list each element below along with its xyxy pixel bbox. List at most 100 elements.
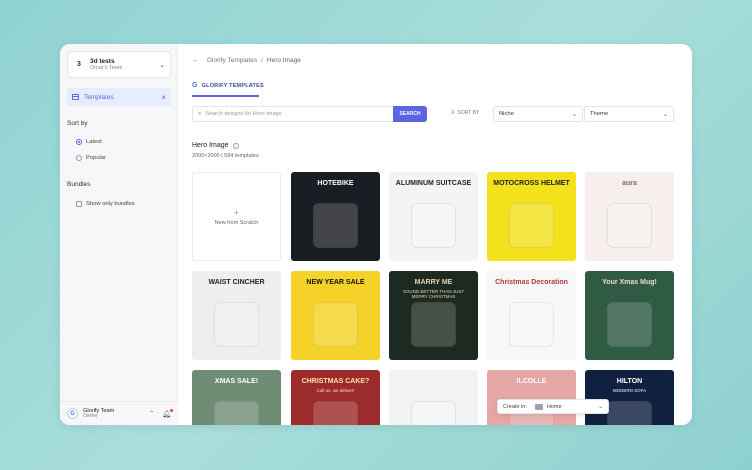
folder-icon (534, 403, 543, 410)
template-title: aura (622, 180, 637, 187)
team-switcher[interactable]: G Glorify Team Owner ⌃ 🔔︎ (60, 401, 178, 425)
templates-icon (72, 94, 79, 100)
glorify-logo-icon: G (192, 82, 198, 89)
template-grid: + New from Scratch HOTEBIKE ALUMINUM SUIT… (192, 172, 676, 425)
project-team: Omar's Team (90, 65, 123, 72)
template-card[interactable]: ALUMINUM SUITCASE (389, 172, 478, 261)
template-title: MARRY ME (414, 279, 453, 286)
bell-icon[interactable]: 🔔︎ (162, 408, 173, 418)
chevron-up-icon[interactable]: ⌃ (149, 410, 154, 417)
radio-selected[interactable] (76, 139, 82, 145)
template-thumbnail-graphic (607, 302, 652, 347)
bundles-label: Show only bundles (86, 201, 135, 207)
template-card[interactable]: XMAS SALE! (192, 370, 281, 425)
app-window: 3 3d tests Omar's Team ⌄ Templates × Sor… (60, 44, 692, 425)
breadcrumb-current: Hero Image (266, 57, 301, 64)
team-role: Owner (83, 412, 98, 419)
template-title: ALUMINUM SUITCASE (395, 180, 472, 187)
chevron-down-icon: ⌄ (571, 111, 577, 118)
template-thumbnail-graphic (607, 203, 652, 248)
create-in-dropdown[interactable]: Create in: Home ⌄ (497, 399, 609, 414)
template-card[interactable]: MARRY ME SOUND BETTER THAN JUST MERRY CHR… (389, 271, 478, 360)
create-in-label: Create in: (503, 403, 527, 410)
close-icon[interactable]: × (161, 93, 166, 102)
template-card[interactable]: ILCOLLE (487, 370, 576, 425)
show-only-bundles[interactable]: Show only bundles (76, 201, 135, 207)
tab-label: GLORIFY TEMPLATES (201, 82, 264, 89)
page-title: Hero Image i (192, 142, 239, 149)
template-title: XMAS SALE! (214, 378, 259, 385)
template-subtitle: SOUND BETTER THAN JUST MERRY CHRISTMAS (402, 289, 465, 299)
team-avatar: G (67, 408, 78, 419)
template-thumbnail-graphic (313, 302, 358, 347)
template-title: CHRISTMAS CAKE? (301, 378, 370, 385)
project-number: 3 (77, 61, 81, 68)
template-thumbnail-graphic (214, 401, 259, 425)
template-card[interactable]: aura (585, 172, 674, 261)
template-thumbnail-graphic (411, 401, 456, 425)
new-from-scratch-label: New from Scratch (214, 219, 259, 226)
template-title: HOTEBIKE (317, 180, 354, 187)
template-thumbnail-graphic (214, 302, 259, 347)
sidebar-item-label: Templates (84, 93, 114, 101)
main-content: ← Glorify Templates / Hero Image G GLORI… (178, 44, 692, 425)
template-title: ILCOLLE (516, 378, 547, 385)
search-input[interactable] (205, 111, 421, 117)
project-selector[interactable]: 3 3d tests Omar's Team ⌄ (67, 51, 171, 78)
sort-title: Sort by (67, 120, 88, 127)
template-title: Your Xmas Mug! (602, 279, 657, 286)
template-thumbnail-graphic (509, 302, 554, 347)
theme-select[interactable]: Theme ⌄ (584, 106, 674, 122)
chevron-down-icon: ⌄ (662, 111, 668, 118)
breadcrumb-root[interactable]: Glorify Templates (207, 57, 257, 64)
template-card[interactable]: HILTON MODERN SOFA (585, 370, 674, 425)
search-button[interactable]: SEARCH (393, 106, 427, 122)
template-title: HILTON (616, 378, 643, 385)
template-card[interactable]: MOTOCROSS HELMET (487, 172, 576, 261)
sort-option-label: Latest (86, 139, 102, 145)
project-name: 3d tests (90, 57, 115, 65)
template-title: WAIST CINCHER (208, 279, 265, 286)
info-icon[interactable]: i (232, 142, 239, 149)
sort-option-latest[interactable]: Latest (76, 139, 102, 145)
bundles-title: Bundles (67, 181, 91, 188)
search-icon: ⌕ (198, 110, 202, 117)
template-card[interactable]: WAIST CINCHER (192, 271, 281, 360)
template-thumbnail-graphic (509, 203, 554, 248)
tab-glorify-templates[interactable]: G GLORIFY TEMPLATES (192, 82, 264, 89)
sidebar: 3 3d tests Omar's Team ⌄ Templates × Sor… (60, 44, 178, 425)
radio-unselected[interactable] (76, 155, 82, 161)
template-thumbnail-graphic (411, 203, 456, 248)
sort-by-text: SORT BY (457, 110, 480, 116)
sort-option-label: Popular (86, 155, 106, 161)
category-title: Hero Image (192, 142, 229, 149)
template-thumbnail-graphic (313, 401, 358, 425)
template-title: NEW YEAR SALE (306, 279, 365, 286)
sort-icon: ≡ (451, 110, 455, 116)
template-subtitle: MODERN SOFA (612, 388, 647, 393)
chevron-down-icon: ⌄ (597, 404, 603, 410)
back-arrow-icon[interactable]: ← (192, 57, 199, 64)
breadcrumb-separator: / (261, 57, 263, 64)
template-card[interactable]: Your Xmas Mug! (585, 271, 674, 360)
search-box: ⌕ (192, 106, 427, 122)
template-card[interactable]: Christmas Decoration (487, 271, 576, 360)
breadcrumb: ← Glorify Templates / Hero Image (192, 57, 301, 64)
sort-option-popular[interactable]: Popular (76, 155, 106, 161)
template-card[interactable]: NEW YEAR SALE (291, 271, 380, 360)
theme-select-value: Theme (590, 111, 609, 117)
new-from-scratch-card[interactable]: + New from Scratch (192, 172, 281, 261)
template-title: Christmas Decoration (495, 279, 568, 286)
sidebar-item-templates[interactable]: Templates × (67, 88, 171, 106)
template-card[interactable] (389, 370, 478, 425)
bundles-checkbox[interactable] (76, 201, 82, 207)
template-card[interactable]: HOTEBIKE (291, 172, 380, 261)
template-title: MOTOCROSS HELMET (493, 180, 570, 187)
sort-by-label: ≡ SORT BY (451, 110, 479, 116)
template-card[interactable]: CHRISTMAS CAKE? Call us, we deliver! (291, 370, 380, 425)
template-subtitle: Call us, we deliver! (316, 388, 355, 393)
category-meta: 2000×2000 | 584 templates (192, 153, 259, 159)
niche-select[interactable]: Niche ⌄ (493, 106, 583, 122)
plus-icon: + (233, 207, 240, 218)
niche-select-value: Niche (499, 111, 514, 117)
